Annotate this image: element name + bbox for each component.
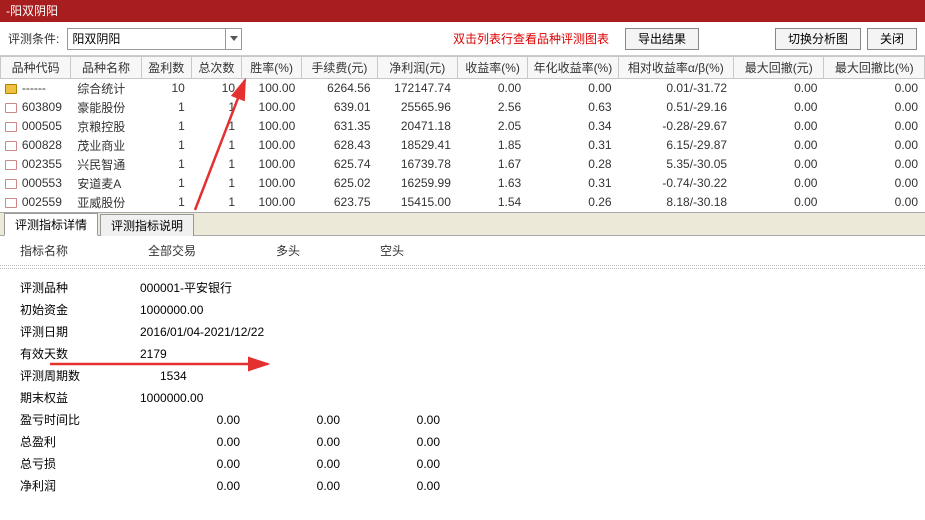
table-row[interactable]: 000553安道麦A11100.00625.0216259.991.630.31… <box>1 174 925 193</box>
col-header[interactable]: 盈利数 <box>141 57 191 79</box>
product-label: 评测品种 <box>20 279 140 296</box>
dh-short: 空头 <box>380 242 404 259</box>
hint-text: 双击列表行查看品种评测图表 <box>453 30 609 47</box>
table-row[interactable]: 600828茂业商业11100.00628.4318529.411.850.31… <box>1 136 925 155</box>
col-header[interactable]: 品种代码 <box>1 57 71 79</box>
table-row[interactable]: 000505京粮控股11100.00631.3520471.182.050.34… <box>1 117 925 136</box>
col-header[interactable]: 相对收益率α/β(%) <box>618 57 734 79</box>
endcap-label: 期末权益 <box>20 389 140 406</box>
col-header[interactable]: 最大回撤比(%) <box>824 57 925 79</box>
condition-combo[interactable] <box>67 28 242 50</box>
gross-label: 总盈利 <box>20 433 140 450</box>
endcap-value: 1000000.00 <box>140 391 260 405</box>
net-label: 净利润 <box>20 477 140 494</box>
tab-desc[interactable]: 评测指标说明 <box>100 214 194 236</box>
row-icon <box>5 103 17 113</box>
days-label: 有效天数 <box>20 345 140 362</box>
days-value: 2179 <box>140 347 260 361</box>
initcap-label: 初始资金 <box>20 301 140 318</box>
export-button[interactable]: 导出结果 <box>625 28 699 50</box>
dh-all: 全部交易 <box>148 242 196 259</box>
row-icon <box>5 141 17 151</box>
switch-chart-button[interactable]: 切换分析图 <box>775 28 861 50</box>
close-button[interactable]: 关闭 <box>867 28 917 50</box>
periods-value: 1534 <box>140 369 260 383</box>
col-header[interactable]: 胜率(%) <box>242 57 302 79</box>
table-row[interactable]: 603809豪能股份11100.00639.0125565.962.560.63… <box>1 98 925 117</box>
detail-rows: 评测品种000001-平安银行 初始资金1000000.00 评测日期2016/… <box>0 271 925 497</box>
col-header[interactable]: 净利润(元) <box>377 57 457 79</box>
window-titlebar: -阳双阴阳 <box>0 0 925 22</box>
product-value: 000001-平安银行 <box>140 279 260 296</box>
toolbar: 评测条件: 双击列表行查看品种评测图表 导出结果 切换分析图 关闭 <box>0 22 925 56</box>
dh-name: 指标名称 <box>20 242 68 259</box>
chevron-down-icon[interactable] <box>225 29 241 49</box>
periods-label: 评测周期数 <box>20 367 140 384</box>
date-label: 评测日期 <box>20 323 140 340</box>
condition-input[interactable] <box>68 32 225 46</box>
window-title: -阳双阴阳 <box>6 4 58 18</box>
condition-label: 评测条件: <box>8 30 59 47</box>
row-icon <box>5 160 17 170</box>
col-header[interactable]: 手续费(元) <box>302 57 377 79</box>
tab-detail[interactable]: 评测指标详情 <box>4 213 98 236</box>
results-table: 品种代码品种名称盈利数总次数胜率(%)手续费(元)净利润(元)收益率(%)年化收… <box>0 56 925 212</box>
col-header[interactable]: 品种名称 <box>71 57 141 79</box>
table-row[interactable]: 002355兴民智通11100.00625.7416739.781.670.28… <box>1 155 925 174</box>
col-header[interactable]: 最大回撤(元) <box>734 57 824 79</box>
loss-label: 总亏损 <box>20 455 140 472</box>
row-icon <box>5 179 17 189</box>
table-row[interactable]: ------综合统计1010100.006264.56172147.740.00… <box>1 79 925 98</box>
detail-header: 指标名称 全部交易 多头 空头 <box>0 236 925 266</box>
col-header[interactable]: 年化收益率(%) <box>528 57 618 79</box>
date-value: 2016/01/04-2021/12/22 <box>140 325 340 339</box>
table-row[interactable]: 002559亚威股份11100.00623.7515415.001.540.26… <box>1 193 925 212</box>
detail-tabs: 评测指标详情 评测指标说明 <box>0 212 925 236</box>
col-header[interactable]: 收益率(%) <box>457 57 527 79</box>
col-header[interactable]: 总次数 <box>191 57 241 79</box>
dh-long: 多头 <box>276 242 300 259</box>
row-icon <box>5 198 17 208</box>
ratio-label: 盈亏时间比 <box>20 411 140 428</box>
row-icon <box>5 84 17 94</box>
row-icon <box>5 122 17 132</box>
initcap-value: 1000000.00 <box>140 303 260 317</box>
